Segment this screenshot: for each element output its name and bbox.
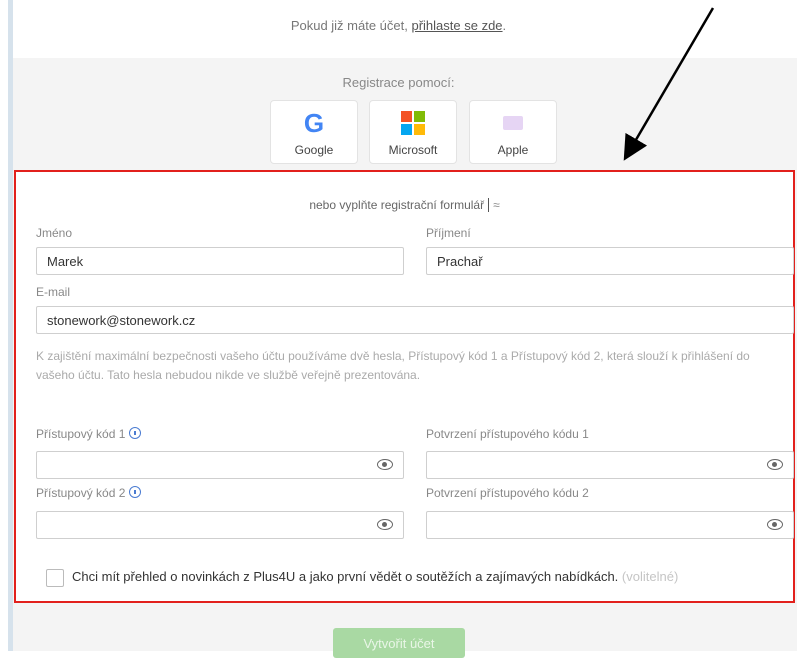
annotation-arrow-icon [623,7,715,161]
